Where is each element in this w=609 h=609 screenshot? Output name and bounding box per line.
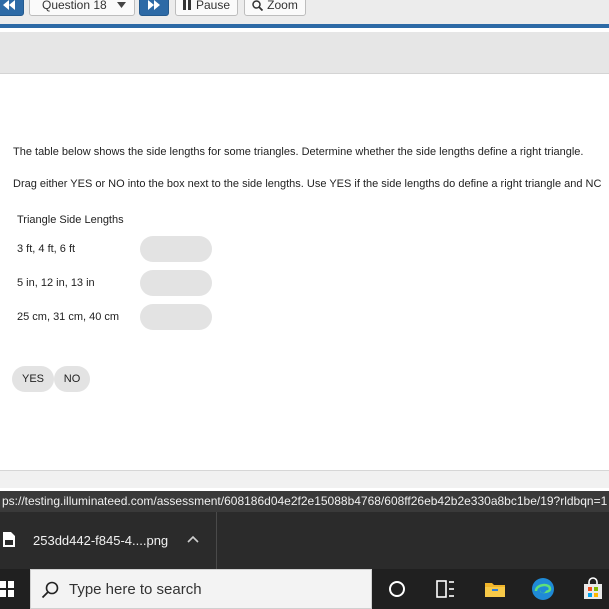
pause-label: Pause <box>195 0 231 12</box>
drop-box-row-2[interactable] <box>140 270 212 296</box>
toolbar-accent-bar <box>0 24 609 28</box>
file-explorer-icon[interactable] <box>483 577 507 601</box>
windows-taskbar: Type here to search <box>0 569 609 609</box>
taskbar-search-box[interactable]: Type here to search <box>30 569 372 609</box>
download-shelf: 253dd442-f845-4....png <box>0 512 609 569</box>
chevron-down-icon <box>117 2 126 8</box>
previous-question-button[interactable] <box>0 0 24 16</box>
table-title: Triangle Side Lengths <box>17 214 124 226</box>
question-header-band <box>0 32 609 74</box>
no-drag-chip[interactable]: NO <box>54 366 90 392</box>
drop-box-row-1[interactable] <box>140 236 212 262</box>
download-file-name: 253dd442-f845-4....png <box>33 533 169 548</box>
store-icon[interactable] <box>581 577 605 601</box>
pause-icon <box>182 0 191 10</box>
drop-box-row-3[interactable] <box>140 304 212 330</box>
previous-icon <box>3 0 15 10</box>
triangle-row-label: 5 in, 12 in, 13 in <box>17 277 95 289</box>
assessment-toolbar: Question 18 Pause Zoom <box>0 0 609 24</box>
file-icon <box>3 532 15 547</box>
chevron-up-icon[interactable] <box>187 534 199 544</box>
question-text: The table below shows the side lengths f… <box>13 146 584 158</box>
question-select[interactable]: Question 18 <box>29 0 135 16</box>
task-view-icon[interactable] <box>433 577 457 601</box>
search-placeholder: Type here to search <box>69 581 202 598</box>
download-item[interactable]: 253dd442-f845-4....png <box>0 512 217 569</box>
cortana-icon[interactable] <box>385 577 409 601</box>
pause-button[interactable]: Pause <box>175 0 238 16</box>
question-instructions: Drag either YES or NO into the box next … <box>13 178 602 190</box>
zoom-icon <box>252 0 264 11</box>
next-icon <box>148 0 160 10</box>
zoom-label: Zoom <box>267 0 298 12</box>
zoom-button[interactable]: Zoom <box>244 0 306 16</box>
windows-start-icon[interactable] <box>0 581 14 597</box>
yes-drag-chip[interactable]: YES <box>12 366 54 392</box>
url-status-bar: ps://testing.illuminateed.com/assessment… <box>0 491 609 512</box>
question-select-value: Question 18 <box>42 0 107 12</box>
edge-browser-icon[interactable] <box>531 577 555 601</box>
next-question-button[interactable] <box>139 0 169 16</box>
triangle-row-label: 3 ft, 4 ft, 6 ft <box>17 243 76 255</box>
triangle-row-label: 25 cm, 31 cm, 40 cm <box>17 311 120 323</box>
content-footer <box>0 470 609 488</box>
search-icon <box>41 581 59 599</box>
